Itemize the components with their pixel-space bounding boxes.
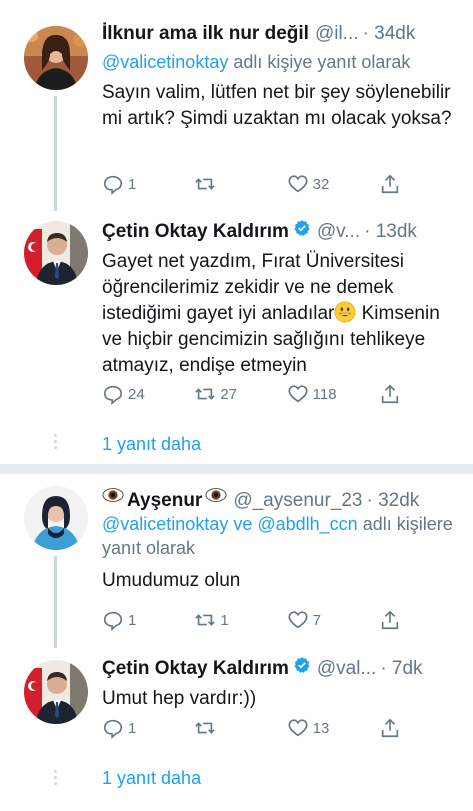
tweet-text: Gayet net yazdım, Fırat Üniversitesi öğr… — [102, 249, 463, 379]
action-bar: 1 32 — [102, 172, 403, 196]
retweet-button[interactable]: 1 — [194, 609, 274, 631]
avatar[interactable] — [24, 221, 88, 285]
thread-line — [54, 556, 57, 648]
action-bar: 1 13 — [102, 716, 403, 740]
thread-dots — [52, 770, 58, 785]
more-replies-link[interactable]: 1 yanıt daha — [102, 766, 201, 790]
avatar[interactable] — [24, 26, 88, 90]
like-icon — [288, 719, 308, 737]
tweet-time[interactable]: · 32dk — [366, 489, 419, 510]
like-button[interactable]: 13 — [287, 717, 367, 739]
tweet-3[interactable]: Ayşenur @_aysenur_23 · 32dk @valicetinok… — [0, 474, 473, 654]
tweet-text: Umudumuz olun — [102, 570, 241, 591]
reply-context: @valicetinoktay ve @abdlh_ccn adlı kişil… — [102, 512, 463, 560]
reply-count: 1 — [128, 175, 137, 193]
mention-link[interactable]: @abdlh_ccn — [257, 514, 357, 534]
like-count: 7 — [312, 611, 321, 629]
share-button[interactable] — [379, 717, 403, 739]
retweet-count: 1 — [220, 611, 229, 629]
tweet-2[interactable]: Çetin Oktay Kaldırım @v... · 13dk Gayet … — [0, 205, 473, 420]
reply-icon — [103, 175, 123, 195]
tweet-4[interactable]: Çetin Oktay Kaldırım @val... · 7dk Umut … — [0, 650, 473, 765]
action-bar: 1 1 7 — [102, 608, 403, 632]
avatar[interactable] — [24, 486, 88, 550]
share-icon — [381, 384, 399, 404]
user-name[interactable]: Ayşenur — [127, 489, 202, 510]
share-button[interactable] — [379, 173, 403, 195]
more-replies-row[interactable]: 1 yanıt daha — [0, 424, 473, 464]
retweet-count: 27 — [220, 385, 238, 403]
reply-count: 1 — [128, 719, 137, 737]
like-icon — [288, 175, 308, 193]
thread-line — [54, 96, 57, 211]
reply-context-and: ve — [228, 514, 258, 534]
like-button[interactable]: 7 — [287, 609, 367, 631]
eye-emoji-icon — [102, 488, 124, 502]
tweet-text: Sayın valim, lütfen net bir şey söyleneb… — [102, 82, 452, 129]
reply-button[interactable]: 24 — [102, 383, 182, 405]
retweet-icon — [195, 178, 216, 190]
eye-emoji-icon — [205, 488, 227, 502]
like-count: 32 — [312, 175, 330, 193]
user-name[interactable]: Çetin Oktay Kaldırım — [102, 220, 289, 244]
like-icon — [288, 385, 308, 403]
like-count: 13 — [312, 719, 330, 737]
retweet-button[interactable] — [194, 717, 274, 739]
reply-count: 24 — [128, 385, 145, 403]
user-name[interactable]: İlknur ama ilk nur değil — [102, 22, 309, 46]
more-replies-row[interactable]: 1 yanıt daha — [0, 760, 473, 800]
separator — [0, 464, 473, 474]
tweet-1[interactable]: İlknur ama ilk nur değil @il... · 34dk @… — [0, 0, 473, 211]
avatar[interactable] — [24, 660, 88, 724]
verified-icon — [294, 657, 310, 673]
retweet-icon — [195, 722, 216, 734]
mention-link[interactable]: @valicetinoktay — [102, 52, 228, 72]
action-bar: 24 27 118 — [102, 382, 403, 406]
user-handle[interactable]: @v... — [317, 220, 360, 244]
retweet-icon — [195, 614, 216, 626]
share-icon — [381, 718, 399, 738]
verified-icon — [294, 220, 310, 236]
like-button[interactable]: 32 — [287, 173, 367, 195]
reply-icon — [103, 611, 123, 631]
grinning-emoji-icon — [334, 301, 356, 323]
user-handle[interactable]: @val... — [317, 657, 376, 681]
retweet-button[interactable]: 27 — [194, 383, 274, 405]
user-handle[interactable]: @_aysenur_23 — [233, 489, 362, 510]
tweet-time[interactable]: · 13dk — [364, 220, 417, 244]
retweet-button[interactable] — [194, 173, 274, 195]
reply-icon — [103, 385, 123, 405]
reply-context: @valicetinoktay adlı kişiye yanıt olarak — [102, 50, 463, 74]
thread-dots — [52, 434, 58, 449]
user-name[interactable]: Çetin Oktay Kaldırım — [102, 657, 289, 681]
reply-button[interactable]: 1 — [102, 717, 182, 739]
retweet-icon — [195, 388, 216, 400]
like-icon — [288, 611, 308, 629]
share-icon — [381, 174, 399, 194]
tweet-time[interactable]: · 34dk — [363, 22, 416, 46]
reply-icon — [103, 719, 123, 739]
tweet-text: Umut hep vardır:)) — [102, 688, 257, 709]
more-replies-link[interactable]: 1 yanıt daha — [102, 432, 201, 456]
share-button[interactable] — [379, 383, 403, 405]
like-button[interactable]: 118 — [287, 383, 367, 405]
mention-link[interactable]: @valicetinoktay — [102, 514, 228, 534]
share-button[interactable] — [379, 609, 403, 631]
reply-button[interactable]: 1 — [102, 173, 182, 195]
reply-context-suffix: adlı kişiye yanıt olarak — [228, 52, 411, 72]
tweet-time[interactable]: · 7dk — [380, 657, 422, 681]
reply-button[interactable]: 1 — [102, 609, 182, 631]
user-handle[interactable]: @il... — [315, 22, 359, 46]
share-icon — [381, 610, 399, 630]
like-count: 118 — [312, 385, 337, 403]
reply-count: 1 — [128, 611, 137, 629]
